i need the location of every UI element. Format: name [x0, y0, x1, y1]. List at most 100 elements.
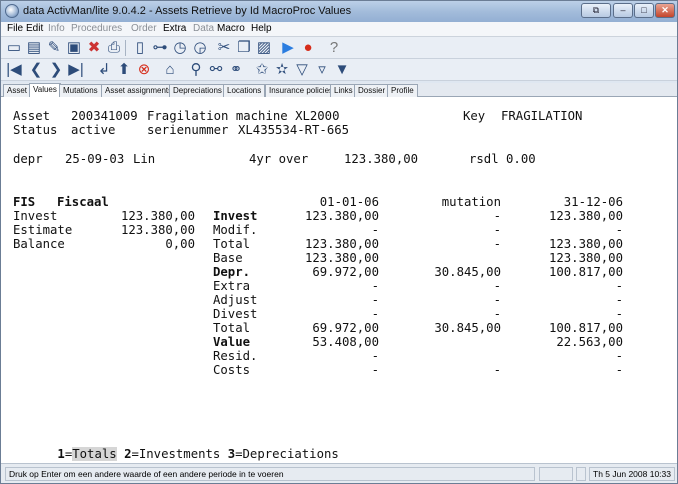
- play-icon[interactable]: ▶: [279, 39, 297, 57]
- row-value-end: -: [615, 223, 623, 237]
- menu-macro[interactable]: Macro: [217, 23, 245, 34]
- menu-info[interactable]: Info: [48, 23, 65, 34]
- row-value-start: -: [371, 279, 379, 293]
- row-value-mutation: -: [493, 279, 501, 293]
- filter2-icon[interactable]: ▿: [313, 61, 331, 79]
- tab-mutations[interactable]: Mutations: [59, 84, 102, 97]
- function-key-depreciations[interactable]: Depreciations: [243, 447, 339, 461]
- first-icon[interactable]: |◀: [5, 61, 23, 79]
- new-doc-icon[interactable]: ▭: [5, 39, 23, 57]
- asset-id[interactable]: 200341009: [71, 109, 138, 123]
- search-icon[interactable]: ⚲: [187, 61, 205, 79]
- up-icon[interactable]: ⬆: [115, 61, 133, 79]
- asset-label: Asset: [13, 109, 51, 123]
- tab-asset-assignments[interactable]: Asset assignments: [101, 84, 177, 97]
- serial-label: serienummer: [147, 123, 229, 137]
- row-value-start: -: [371, 223, 379, 237]
- row-value-end: 123.380,00: [548, 251, 623, 265]
- app-icon[interactable]: [5, 4, 19, 18]
- row-label: Divest: [213, 307, 258, 321]
- menu-file[interactable]: File: [7, 23, 23, 34]
- fis-label: FIS: [13, 195, 36, 209]
- menu-help[interactable]: Help: [251, 23, 272, 34]
- summary-label: Balance: [13, 237, 65, 251]
- function-key-totals[interactable]: Totals: [72, 447, 117, 461]
- row-value-end: -: [615, 307, 623, 321]
- star2-icon[interactable]: ✫: [273, 61, 291, 79]
- filter-icon[interactable]: ▽: [293, 61, 311, 79]
- help-icon[interactable]: ?: [325, 39, 343, 57]
- summary-value: 0,00: [165, 237, 195, 251]
- new-window-icon[interactable]: ▤: [25, 39, 43, 57]
- row-value-end: -: [615, 363, 623, 377]
- print-icon[interactable]: ⎙: [105, 39, 123, 57]
- menu-data[interactable]: Data: [193, 23, 214, 34]
- menu-edit[interactable]: Edit: [26, 23, 43, 34]
- save-icon[interactable]: ▣: [65, 39, 83, 57]
- clock2-icon[interactable]: ◶: [191, 39, 209, 57]
- title-bar[interactable]: data ActivMan/lite 9.0.4.2 - Assets Retr…: [1, 1, 677, 22]
- depr-rsdl: rsdl 0.00: [469, 152, 536, 166]
- tree-icon[interactable]: ⊶: [151, 39, 169, 57]
- status-value: active: [71, 123, 116, 137]
- values-panel: Asset 200341009 Fragilation machine XL20…: [1, 97, 677, 463]
- row-value-end: -: [615, 279, 623, 293]
- summary-label: Estimate: [13, 223, 73, 237]
- asset-description: Fragilation machine XL2000: [147, 109, 340, 123]
- paste-icon[interactable]: ▨: [255, 39, 273, 57]
- column-header-start: 01-01-06: [319, 195, 379, 209]
- find-icon[interactable]: ⚯: [207, 61, 225, 79]
- next-icon[interactable]: ❯: [47, 61, 65, 79]
- copy-icon[interactable]: ❐: [235, 39, 253, 57]
- back-icon[interactable]: ↲: [95, 61, 113, 79]
- cut-icon[interactable]: ✂: [215, 39, 233, 57]
- tab-depreciations[interactable]: Depreciations: [169, 84, 226, 97]
- status-bar: Druk op Enter om een andere waarde of ee…: [1, 463, 677, 483]
- tab-locations[interactable]: Locations: [223, 84, 266, 97]
- maximize-button[interactable]: □: [634, 3, 654, 18]
- delete-icon[interactable]: ✖: [85, 39, 103, 57]
- row-value-end: -: [615, 293, 623, 307]
- row-value-mutation: -: [493, 209, 501, 223]
- close-button[interactable]: ✕: [655, 3, 675, 18]
- tab-links[interactable]: Links: [330, 84, 357, 97]
- row-value-end: 123.380,00: [548, 237, 623, 251]
- column-header-mutation: mutation: [441, 195, 501, 209]
- depr-period: 4yr over: [249, 152, 309, 166]
- function-key-separator: =: [131, 447, 139, 461]
- blank-page-icon[interactable]: ▯: [131, 39, 149, 57]
- home-icon[interactable]: ⌂: [161, 61, 179, 79]
- toolbar-main: ▭ ▤ ✎ ▣ ✖ ⎙ ▯ ⊶ ◷ ◶ ✂ ❐ ▨ ▶ ● ?: [1, 37, 677, 59]
- edit-icon[interactable]: ✎: [45, 39, 63, 57]
- tab-dossier[interactable]: Dossier: [354, 84, 390, 97]
- minimize-button[interactable]: –: [613, 3, 633, 18]
- stop-icon[interactable]: ⊗: [135, 61, 153, 79]
- filter3-icon[interactable]: ▼: [333, 61, 351, 79]
- tab-values[interactable]: Values: [29, 83, 61, 98]
- binoculars-icon[interactable]: ⚭: [227, 61, 245, 79]
- function-key-investments[interactable]: Investments: [139, 447, 220, 461]
- column-header-end: 31-12-06: [563, 195, 623, 209]
- record-icon[interactable]: ●: [299, 39, 317, 57]
- key-label: Key: [463, 109, 486, 123]
- toolbar-separator: [125, 40, 126, 56]
- clock-icon[interactable]: ◷: [171, 39, 189, 57]
- row-label: Invest: [213, 209, 258, 223]
- serial-value: XL435534-RT-665: [238, 123, 350, 137]
- restore-down-icon[interactable]: ⧉: [581, 3, 611, 18]
- summary-label: Invest: [13, 209, 58, 223]
- depr-method: Lin: [133, 152, 156, 166]
- star-icon[interactable]: ✩: [253, 61, 271, 79]
- status-cell: [576, 467, 586, 481]
- last-icon[interactable]: ▶|: [67, 61, 85, 79]
- depr-date: 25-09-03: [65, 152, 125, 166]
- prev-icon[interactable]: ❮: [27, 61, 45, 79]
- tab-asset[interactable]: Asset: [3, 84, 32, 97]
- menu-procedures[interactable]: Procedures: [71, 23, 122, 34]
- menu-extra[interactable]: Extra: [163, 23, 186, 34]
- tab-insurance-policies[interactable]: Insurance policies: [265, 84, 338, 97]
- row-value-start: 69.972,00: [312, 321, 379, 335]
- row-value-start: 53.408,00: [312, 335, 379, 349]
- tab-profile[interactable]: Profile: [387, 84, 418, 97]
- menu-order[interactable]: Order: [131, 23, 157, 34]
